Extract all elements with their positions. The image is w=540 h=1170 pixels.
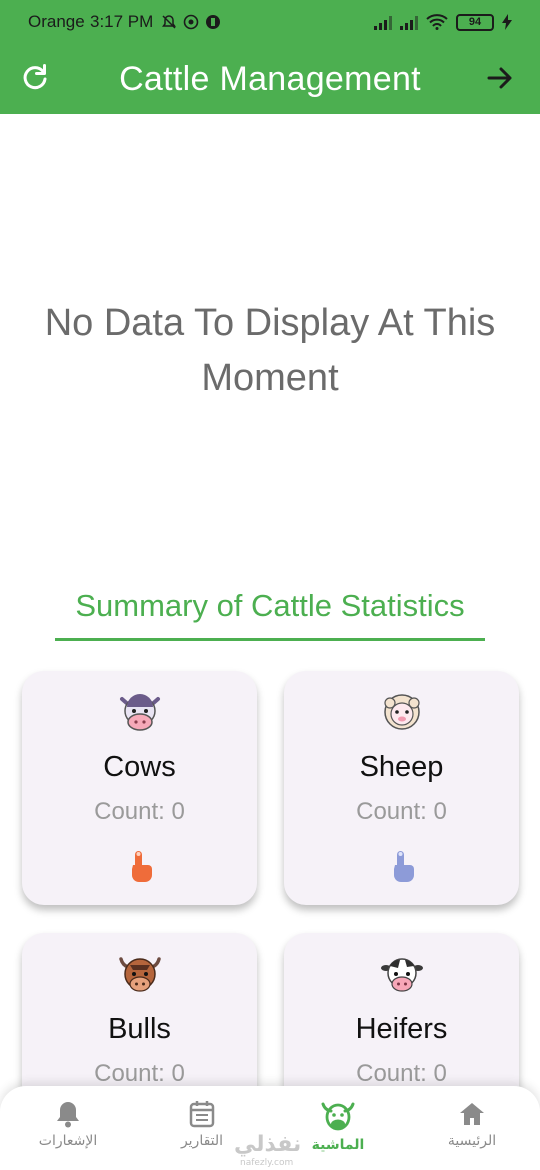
- charging-icon: [502, 14, 512, 30]
- watermark: نفذلي nafezly.com: [234, 1132, 302, 1168]
- wifi-icon: [426, 14, 448, 30]
- app-bar: Cattle Management: [0, 44, 540, 114]
- status-time: 3:17 PM: [90, 12, 154, 31]
- sheep-icon: [384, 694, 420, 730]
- summary-title: Summary of Cattle Statistics: [75, 588, 465, 623]
- card-count: Count: 0: [356, 798, 447, 825]
- empty-state-message: No Data To Display At This Moment: [0, 296, 540, 406]
- watermark-text: نفذلي: [234, 1132, 302, 1157]
- tap-hand-icon[interactable]: [390, 849, 416, 883]
- bell-icon: [57, 1102, 79, 1128]
- cow-icon: [321, 1102, 355, 1131]
- battery-icon: 94: [456, 13, 494, 31]
- card-title: Cows: [103, 751, 176, 783]
- watermark-sub: nafezly.com: [240, 1158, 294, 1168]
- card-sheep[interactable]: Sheep Count: 0: [284, 671, 519, 905]
- nav-item-label: الرئيسية: [447, 1133, 497, 1149]
- page-title: Cattle Management: [119, 59, 421, 98]
- heifer-icon: [381, 958, 423, 992]
- card-title: Bulls: [108, 1013, 171, 1045]
- home-icon: [460, 1103, 484, 1125]
- calendar-icon: [189, 1101, 215, 1128]
- bull-icon: [119, 957, 161, 992]
- signal-icon: [374, 14, 392, 30]
- summary-divider: [55, 638, 485, 641]
- card-title: Sheep: [359, 751, 444, 783]
- nav-item-notifications[interactable]: الإشعارات: [8, 1100, 128, 1149]
- whatsapp-icon: [184, 14, 199, 30]
- card-cows[interactable]: Cows Count: 0: [22, 671, 257, 905]
- nav-item-label: الإشعارات: [38, 1133, 98, 1149]
- cow-icon: [120, 694, 160, 731]
- empty-state-line: No Data To Display At This: [44, 302, 496, 344]
- status-bar: Orange 3:17 PM 94: [0, 0, 540, 44]
- refresh-icon[interactable]: [20, 62, 50, 92]
- arrow-forward-icon[interactable]: [484, 62, 516, 94]
- nav-item-home[interactable]: الرئيسية: [412, 1100, 532, 1149]
- card-count: Count: 0: [94, 798, 185, 825]
- empty-state-line: Moment: [201, 357, 339, 399]
- bell-off-icon: [162, 15, 177, 29]
- carrier-label: Orange: [28, 12, 85, 31]
- tap-hand-icon[interactable]: [128, 849, 154, 883]
- card-count: Count: 0: [356, 1060, 447, 1087]
- card-count: Count: 0: [94, 1060, 185, 1087]
- card-title: Heifers: [355, 1013, 448, 1045]
- app-notification-icon: [206, 15, 221, 29]
- signal-icon: [400, 14, 418, 30]
